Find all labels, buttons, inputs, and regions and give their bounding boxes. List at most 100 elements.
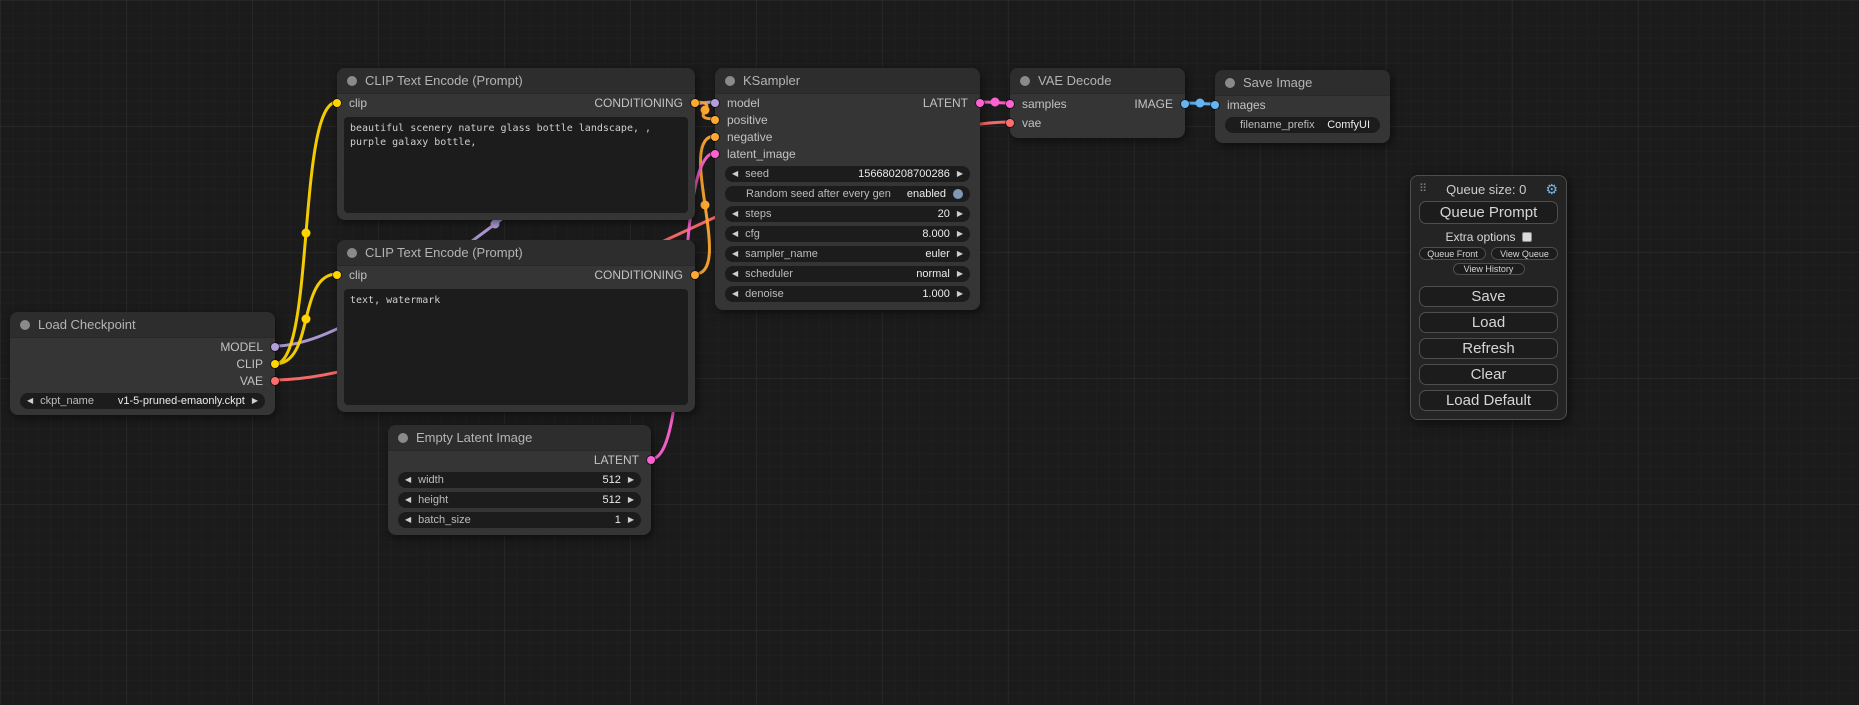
node-graph-canvas[interactable]: Load Checkpoint MODEL CLIP VAE ◀ ckpt_na… <box>0 0 1859 705</box>
input-label-clip: clip <box>349 268 367 282</box>
output-slot-image[interactable] <box>1181 100 1189 108</box>
queue-front-button[interactable]: Queue Front <box>1419 247 1486 260</box>
collapse-dot-icon[interactable] <box>1020 76 1030 86</box>
load-default-button[interactable]: Load Default <box>1419 390 1558 411</box>
widget-ckpt-name[interactable]: ◀ ckpt_name v1-5-pruned-emaonly.ckpt ▶ <box>20 393 265 409</box>
slot-row: MODEL <box>10 338 275 355</box>
output-slot-vae[interactable] <box>271 377 279 385</box>
increment-arrow-icon[interactable]: ▶ <box>957 250 963 258</box>
collapse-dot-icon[interactable] <box>1225 78 1235 88</box>
input-slot-vae[interactable] <box>1006 119 1014 127</box>
decrement-arrow-icon[interactable]: ◀ <box>732 210 738 218</box>
node-clip-negative-header[interactable]: CLIP Text Encode (Prompt) <box>337 240 695 266</box>
collapse-dot-icon[interactable] <box>725 76 735 86</box>
increment-arrow-icon[interactable]: ▶ <box>957 230 963 238</box>
input-label-images: images <box>1227 98 1266 112</box>
save-button[interactable]: Save <box>1419 286 1558 307</box>
node-title: Load Checkpoint <box>38 317 136 332</box>
widget-width[interactable]: ◀ width 512 ▶ <box>398 472 641 488</box>
increment-arrow-icon[interactable]: ▶ <box>628 476 634 484</box>
increment-arrow-icon[interactable]: ▶ <box>628 516 634 524</box>
collapse-dot-icon[interactable] <box>347 248 357 258</box>
widget-sampler-name[interactable]: ◀ sampler_name euler ▶ <box>725 246 970 262</box>
widget-value: normal <box>916 268 950 280</box>
widget-label: seed <box>745 168 769 180</box>
node-load-checkpoint-header[interactable]: Load Checkpoint <box>10 312 275 338</box>
output-slot-clip[interactable] <box>271 360 279 368</box>
widget-label: height <box>418 494 448 506</box>
load-button[interactable]: Load <box>1419 312 1558 333</box>
collapse-dot-icon[interactable] <box>347 76 357 86</box>
widget-scheduler[interactable]: ◀ scheduler normal ▶ <box>725 266 970 282</box>
node-clip-text-encode-negative[interactable]: CLIP Text Encode (Prompt) clip CONDITION… <box>337 240 695 412</box>
output-slot-conditioning[interactable] <box>691 271 699 279</box>
queue-size-label: Queue size: 0 <box>1427 182 1545 197</box>
increment-arrow-icon[interactable]: ▶ <box>957 170 963 178</box>
widget-label: width <box>418 474 444 486</box>
queue-prompt-button[interactable]: Queue Prompt <box>1419 201 1558 224</box>
input-slot-model[interactable] <box>711 99 719 107</box>
input-label-clip: clip <box>349 96 367 110</box>
prompt-textarea-negative[interactable]: text, watermark <box>344 289 688 405</box>
increment-arrow-icon[interactable]: ▶ <box>957 210 963 218</box>
decrement-arrow-icon[interactable]: ◀ <box>732 250 738 258</box>
node-clip-positive-header[interactable]: CLIP Text Encode (Prompt) <box>337 68 695 94</box>
input-slot-samples[interactable] <box>1006 100 1014 108</box>
decrement-arrow-icon[interactable]: ◀ <box>732 290 738 298</box>
collapse-dot-icon[interactable] <box>20 320 30 330</box>
decrement-arrow-icon[interactable]: ◀ <box>732 230 738 238</box>
widget-label: denoise <box>745 288 784 300</box>
decrement-arrow-icon[interactable]: ◀ <box>732 270 738 278</box>
extra-options-checkbox[interactable] <box>1522 232 1532 242</box>
increment-arrow-icon[interactable]: ▶ <box>957 290 963 298</box>
widget-batch-size[interactable]: ◀ batch_size 1 ▶ <box>398 512 641 528</box>
extra-options-label: Extra options <box>1445 230 1515 244</box>
view-history-button[interactable]: View History <box>1453 263 1525 275</box>
input-slot-negative[interactable] <box>711 133 719 141</box>
output-slot-latent[interactable] <box>647 456 655 464</box>
node-vae-decode-header[interactable]: VAE Decode <box>1010 68 1185 94</box>
input-slot-clip[interactable] <box>333 271 341 279</box>
prompt-textarea-positive[interactable]: beautiful scenery nature glass bottle la… <box>344 117 688 213</box>
increment-arrow-icon[interactable]: ▶ <box>957 270 963 278</box>
decrement-arrow-icon[interactable]: ◀ <box>405 496 411 504</box>
decrement-arrow-icon[interactable]: ◀ <box>732 170 738 178</box>
increment-arrow-icon[interactable]: ▶ <box>628 496 634 504</box>
input-slot-images[interactable] <box>1211 101 1219 109</box>
input-slot-positive[interactable] <box>711 116 719 124</box>
node-empty-latent-image[interactable]: Empty Latent Image LATENT ◀ width 512 ▶ … <box>388 425 651 535</box>
output-slot-conditioning[interactable] <box>691 99 699 107</box>
toggle-circle-icon[interactable] <box>953 189 963 199</box>
input-slot-latent-image[interactable] <box>711 150 719 158</box>
input-label-negative: negative <box>727 130 772 144</box>
node-save-image[interactable]: Save Image images filename_prefix ComfyU… <box>1215 70 1390 143</box>
decrement-arrow-icon[interactable]: ◀ <box>405 476 411 484</box>
widget-random-seed-toggle[interactable]: Random seed after every gen enabled <box>725 186 970 202</box>
widget-height[interactable]: ◀ height 512 ▶ <box>398 492 641 508</box>
node-save-image-header[interactable]: Save Image <box>1215 70 1390 96</box>
output-slot-latent[interactable] <box>976 99 984 107</box>
decrement-arrow-icon[interactable]: ◀ <box>27 397 33 405</box>
node-ksampler-header[interactable]: KSampler <box>715 68 980 94</box>
clear-button[interactable]: Clear <box>1419 364 1558 385</box>
widget-filename-prefix[interactable]: filename_prefix ComfyUI <box>1225 117 1380 133</box>
node-vae-decode[interactable]: VAE Decode samples IMAGE vae <box>1010 68 1185 138</box>
decrement-arrow-icon[interactable]: ◀ <box>405 516 411 524</box>
node-title: KSampler <box>743 73 800 88</box>
node-load-checkpoint[interactable]: Load Checkpoint MODEL CLIP VAE ◀ ckpt_na… <box>10 312 275 415</box>
collapse-dot-icon[interactable] <box>398 433 408 443</box>
refresh-button[interactable]: Refresh <box>1419 338 1558 359</box>
node-clip-text-encode-positive[interactable]: CLIP Text Encode (Prompt) clip CONDITION… <box>337 68 695 220</box>
input-slot-clip[interactable] <box>333 99 341 107</box>
widget-seed[interactable]: ◀ seed 156680208700286 ▶ <box>725 166 970 182</box>
drag-handle-icon[interactable]: ⠿ <box>1419 184 1427 195</box>
node-empty-latent-header[interactable]: Empty Latent Image <box>388 425 651 451</box>
increment-arrow-icon[interactable]: ▶ <box>252 397 258 405</box>
widget-steps[interactable]: ◀ steps 20 ▶ <box>725 206 970 222</box>
settings-gear-icon[interactable]: ⚙ <box>1545 182 1558 196</box>
node-ksampler[interactable]: KSampler model LATENT positive negative … <box>715 68 980 310</box>
output-slot-model[interactable] <box>271 343 279 351</box>
widget-denoise[interactable]: ◀ denoise 1.000 ▶ <box>725 286 970 302</box>
view-queue-button[interactable]: View Queue <box>1491 247 1558 260</box>
widget-cfg[interactable]: ◀ cfg 8.000 ▶ <box>725 226 970 242</box>
